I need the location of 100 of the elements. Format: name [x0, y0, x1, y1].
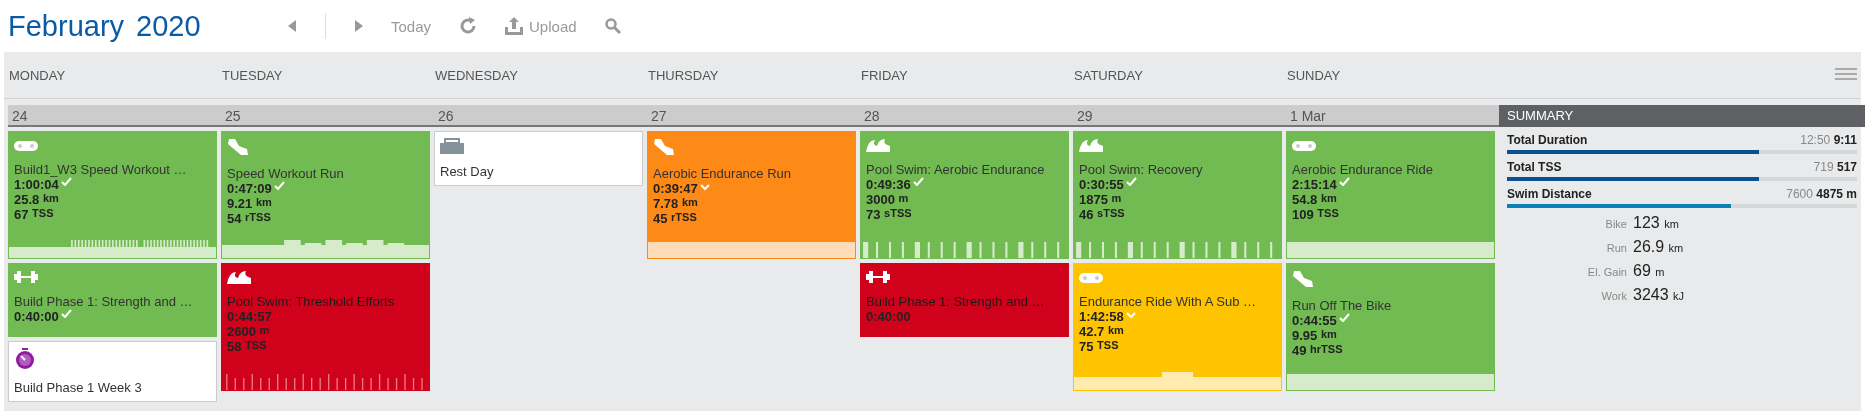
- workout-title: Build Phase 1 Week 3: [14, 380, 143, 395]
- tss-value: 49 hrTSS: [1292, 343, 1344, 358]
- stat-value: 123 km: [1633, 214, 1680, 232]
- refresh-icon[interactable]: [459, 17, 478, 35]
- check-icon: [60, 177, 72, 186]
- workout-title: Build Phase 1: Strength and …: [14, 294, 194, 309]
- workout-title: Build Phase 1: Strength and …: [866, 294, 1046, 309]
- check-icon: [273, 181, 285, 190]
- workout-card[interactable]: Endurance Ride With A Sub … 1:42:58 42.7 km 75 TSS: [1073, 263, 1282, 391]
- check-icon: [912, 177, 924, 186]
- chevron-down-icon: [1125, 312, 1136, 319]
- distance-value: 42.7 km: [1079, 324, 1125, 339]
- shoe-icon: [227, 138, 249, 156]
- bed-icon: [440, 138, 464, 154]
- distance-value: 9.21 km: [227, 196, 273, 211]
- workout-card[interactable]: Aerobic Endurance Ride 2:15:14 54.8 km 109 TSS: [1286, 131, 1495, 259]
- duration-value: 0:30:55: [1079, 177, 1124, 192]
- tss-value: 54 rTSS: [227, 211, 272, 226]
- stat-label: Bike: [1604, 218, 1627, 230]
- duration-value: 0:44:55: [1292, 313, 1337, 328]
- duration-value: 1:42:58: [1079, 309, 1124, 324]
- workout-title: Rest Day: [440, 164, 495, 179]
- shoe-icon: [1292, 270, 1314, 288]
- duration-value: 0:44:57: [227, 309, 272, 324]
- wave-icon: [866, 138, 890, 152]
- distance-value: 2600 m: [227, 324, 271, 339]
- chain-link-icon: [14, 141, 38, 151]
- date-header: 28: [860, 105, 1073, 127]
- workout-card[interactable]: Pool Swim: Recovery 0:30:55 1875 m 46 sTSS: [1073, 131, 1282, 259]
- duration-value: 0:40:00: [14, 309, 59, 324]
- workout-title: Run Off The Bike: [1292, 298, 1393, 313]
- total-label: Total TSS: [1507, 160, 1562, 174]
- total-label: Swim Distance: [1507, 187, 1592, 201]
- search-icon[interactable]: [604, 18, 621, 34]
- distance-value: 3000 m: [866, 192, 910, 207]
- workout-title: Pool Swim: Threshold Efforts: [227, 294, 396, 309]
- distance-value: 1875 m: [1079, 192, 1123, 207]
- distance-value: 54.8 km: [1292, 192, 1338, 207]
- weekday-label: TUESDAY: [222, 67, 283, 83]
- duration-value: 2:15:14: [1292, 177, 1337, 192]
- tss-value: 46 sTSS: [1079, 207, 1126, 222]
- check-icon: [1125, 177, 1137, 186]
- chain-link-icon: [1292, 141, 1316, 151]
- weekday-label: WEDNESDAY: [435, 67, 518, 83]
- stopwatch-icon: [16, 348, 34, 369]
- next-icon[interactable]: [354, 20, 363, 32]
- wave-icon: [1079, 138, 1103, 152]
- chain-link-icon: [1079, 273, 1103, 283]
- total-value: 12:50 9:11: [1800, 133, 1857, 147]
- workout-card[interactable]: Build Phase 1: Strength and … 0:40:00: [8, 263, 217, 337]
- tss-value: 109 TSS: [1292, 207, 1340, 222]
- dumbbell-icon: [866, 270, 890, 284]
- tss-value: 75 TSS: [1079, 339, 1120, 354]
- workout-card[interactable]: Aerobic Endurance Run 0:39:47 7.78 km 45 rTSS: [647, 131, 856, 259]
- duration-value: 0:47:09: [227, 181, 272, 196]
- stat-value: 26.9 km: [1633, 238, 1685, 256]
- menu-icon[interactable]: [1835, 68, 1857, 80]
- date-header: 29: [1073, 105, 1286, 127]
- stat-value: 69 m: [1633, 262, 1666, 280]
- workout-card[interactable]: Rest Day: [434, 131, 643, 186]
- weekday-label: FRIDAY: [861, 67, 908, 83]
- workout-title: Pool Swim: Recovery: [1079, 162, 1204, 177]
- duration-value: 0:49:36: [866, 177, 911, 192]
- workout-title: Endurance Ride With A Sub …: [1079, 294, 1258, 309]
- date-header: 1 Mar: [1286, 105, 1499, 127]
- chevron-down-icon: [699, 184, 710, 191]
- tss-value: 73 sTSS: [866, 207, 913, 222]
- wave-icon: [227, 270, 251, 284]
- previous-icon[interactable]: [288, 20, 297, 32]
- duration-value: 0:40:00: [866, 309, 911, 324]
- workout-title: Aerobic Endurance Run: [653, 166, 793, 181]
- workout-card[interactable]: Speed Workout Run 0:47:09 9.21 km 54 rTSS: [221, 131, 430, 259]
- dumbbell-icon: [14, 270, 38, 284]
- workout-title: Aerobic Endurance Ride: [1292, 162, 1434, 177]
- workout-card[interactable]: Pool Swim: Aerobic Endurance 0:49:36 3000 m 73 sTSS: [860, 131, 1069, 259]
- weekday-label: SUNDAY: [1287, 67, 1341, 83]
- check-icon: [60, 309, 72, 318]
- workout-card[interactable]: Build1_W3 Speed Workout … 1:00:04 25.8 km 67 TSS: [8, 131, 217, 259]
- date-header: 25: [221, 105, 434, 127]
- stat-label: Work: [1600, 290, 1627, 302]
- summary-header: SUMMARY: [1499, 105, 1865, 127]
- total-value: 7600 4875 m: [1786, 187, 1857, 201]
- stat-value: 3243 kJ: [1633, 286, 1686, 304]
- tss-value: 58 TSS: [227, 339, 268, 354]
- total-label: Total Duration: [1507, 133, 1588, 147]
- stat-label: El. Gain: [1586, 266, 1627, 278]
- tss-value: 67 TSS: [14, 207, 55, 222]
- check-icon: [1338, 313, 1350, 322]
- workout-card[interactable]: Build Phase 1 Week 3: [8, 341, 217, 402]
- weekday-label: SATURDAY: [1074, 67, 1143, 83]
- duration-value: 0:39:47: [653, 181, 698, 196]
- weekday-label: THURSDAY: [648, 67, 719, 83]
- workout-title: Pool Swim: Aerobic Endurance: [866, 162, 1046, 177]
- month-title: February 2020: [8, 9, 202, 43]
- workout-card[interactable]: Run Off The Bike 0:44:55 9.95 km 49 hrTSS: [1286, 263, 1495, 391]
- shoe-icon: [653, 138, 675, 156]
- date-header: 27: [647, 105, 860, 127]
- upload-icon: [505, 17, 524, 35]
- distance-value: 25.8 km: [14, 192, 60, 207]
- duration-value: 1:00:04: [14, 177, 59, 192]
